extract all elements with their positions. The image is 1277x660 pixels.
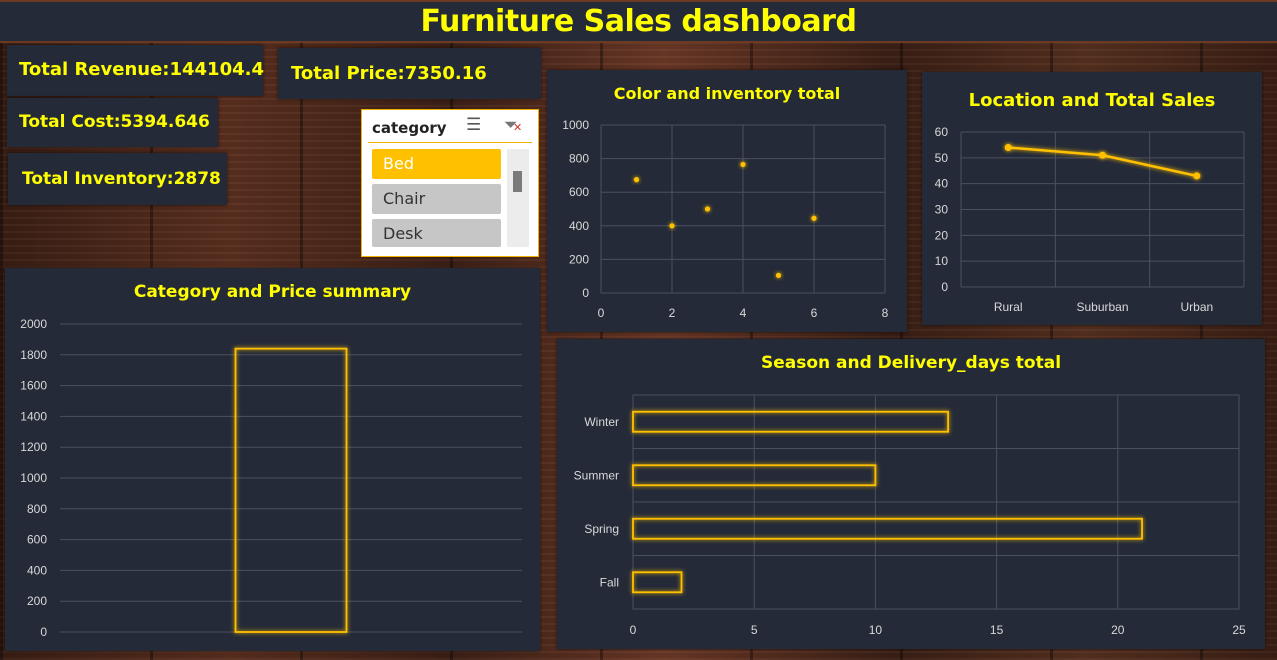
column-bar bbox=[234, 347, 348, 633]
hbar-chart-card: Season and Delivery_days total 0 5 10 15 20 2… bbox=[557, 339, 1265, 649]
slicer-scroll-thumb[interactable] bbox=[513, 171, 522, 192]
page-title: Furniture Sales dashboard bbox=[420, 4, 857, 39]
slicer-item-bed[interactable]: Bed bbox=[372, 149, 501, 179]
scatter-point bbox=[669, 223, 675, 229]
scatter-xtick-label: 2 bbox=[669, 306, 676, 320]
scatter-point bbox=[811, 215, 817, 221]
line-ytick-label: 60 bbox=[935, 125, 949, 139]
kpi-card-inventory: Total Inventory:2878 bbox=[8, 153, 227, 205]
line-chart: 0 10 20 30 40 50 60 Rural Suburban Urban bbox=[935, 125, 1245, 314]
column-ytick-label: 400 bbox=[27, 563, 47, 577]
scatter-point bbox=[740, 161, 746, 168]
scatter-ytick-label: 800 bbox=[569, 152, 589, 166]
multi-select-icon[interactable]: ☰ bbox=[466, 115, 481, 135]
title-bar: Furniture Sales dashboard bbox=[0, 0, 1277, 43]
hbar-xtick-label: 0 bbox=[630, 623, 637, 637]
line-ytick-label: 30 bbox=[935, 203, 949, 217]
column-ytick-label: 0 bbox=[40, 625, 47, 639]
kpi-price: Total Price:7350.16 bbox=[291, 63, 487, 84]
hbar-category-label: Winter bbox=[584, 415, 619, 429]
column-chart: 0 200 400 600 800 1000 1200 1400 1600 1800 2000 bbox=[20, 317, 522, 639]
hbar-xtick-label: 15 bbox=[990, 623, 1004, 637]
category-slicer[interactable]: category ☰ ⏷ ✕ Bed Chair Desk bbox=[361, 109, 539, 257]
column-ytick-label: 1800 bbox=[20, 348, 47, 362]
kpi-card-cost: Total Cost:5394.646 bbox=[7, 98, 218, 147]
column-chart-card: Category and Price summary 0 200 400 600 800… bbox=[5, 268, 540, 651]
scatter-ytick-label: 400 bbox=[569, 219, 589, 233]
line-ytick-label: 10 bbox=[935, 254, 949, 268]
scatter-ytick-label: 600 bbox=[569, 185, 589, 199]
scatter-ytick-label: 200 bbox=[569, 252, 589, 266]
clear-x-icon: ✕ bbox=[513, 121, 523, 134]
hbar-bar bbox=[632, 410, 950, 433]
slicer-divider bbox=[368, 142, 532, 143]
line-chart-card: Location and Total Sales 0 10 20 30 40 50 60 Ru… bbox=[922, 72, 1262, 325]
kpi-card-price: Total Price:7350.16 bbox=[278, 48, 541, 99]
slicer-title: category bbox=[372, 119, 447, 137]
kpi-cost: Total Cost:5394.646 bbox=[19, 112, 210, 132]
column-ytick-label: 1600 bbox=[20, 379, 47, 393]
clear-filter-icon[interactable]: ⏷ ✕ bbox=[504, 115, 522, 135]
line-point bbox=[1193, 172, 1201, 180]
hbar-xtick-label: 20 bbox=[1111, 623, 1125, 637]
hbar-xtick-label: 25 bbox=[1232, 623, 1246, 637]
hbar-category-label: Summer bbox=[574, 468, 619, 482]
line-category-label: Suburban bbox=[1076, 300, 1128, 314]
scatter-xtick-label: 8 bbox=[882, 306, 889, 320]
scatter-point bbox=[775, 272, 782, 278]
column-ytick-label: 1200 bbox=[20, 440, 47, 454]
scatter-ytick-label: 1000 bbox=[562, 118, 589, 132]
hbar-xtick-label: 10 bbox=[869, 623, 883, 637]
column-ytick-label: 2000 bbox=[20, 317, 47, 331]
line-ytick-label: 0 bbox=[941, 280, 948, 294]
scatter-ytick-label: 0 bbox=[582, 286, 589, 300]
kpi-card-revenue: Total Revenue:144104.4 bbox=[7, 45, 264, 96]
scatter-point bbox=[633, 177, 640, 183]
slicer-item-desk[interactable]: Desk bbox=[372, 219, 501, 247]
column-ytick-label: 800 bbox=[27, 502, 47, 516]
line-category-label: Urban bbox=[1180, 300, 1213, 314]
line-ytick-label: 40 bbox=[935, 177, 949, 191]
line-point bbox=[1004, 144, 1012, 151]
hbar-bar bbox=[632, 571, 683, 594]
slicer-scrollbar[interactable] bbox=[507, 149, 529, 247]
line-ytick-label: 50 bbox=[935, 151, 949, 165]
slicer-item-chair[interactable]: Chair bbox=[372, 184, 501, 214]
scatter-xtick-label: 4 bbox=[740, 306, 747, 320]
kpi-inventory: Total Inventory:2878 bbox=[22, 169, 221, 189]
hbar-xtick-label: 5 bbox=[751, 623, 758, 637]
line-ytick-label: 20 bbox=[935, 228, 949, 242]
scatter-chart: 0 200 400 600 800 1000 0 2 4 6 8 bbox=[562, 118, 889, 320]
column-ytick-label: 1000 bbox=[20, 471, 47, 485]
scatter-xtick-label: 6 bbox=[811, 306, 818, 320]
column-ytick-label: 200 bbox=[27, 594, 47, 608]
hbar-category-label: Fall bbox=[600, 575, 619, 589]
scatter-point bbox=[704, 206, 711, 212]
line-point bbox=[1099, 151, 1106, 159]
hbar-chart: 0 5 10 15 20 25 Fall Spring Summer Winter bbox=[574, 394, 1246, 637]
kpi-revenue: Total Revenue:144104.4 bbox=[19, 59, 264, 80]
line-category-label: Rural bbox=[994, 300, 1023, 314]
hbar-bar bbox=[632, 517, 1143, 540]
column-ytick-label: 1400 bbox=[20, 409, 47, 423]
hbar-category-label: Spring bbox=[584, 522, 619, 536]
column-ytick-label: 600 bbox=[27, 533, 47, 547]
scatter-chart-card: Color and inventory total 0 200 400 600 800 1… bbox=[547, 70, 907, 332]
scatter-xtick-label: 0 bbox=[598, 306, 605, 320]
